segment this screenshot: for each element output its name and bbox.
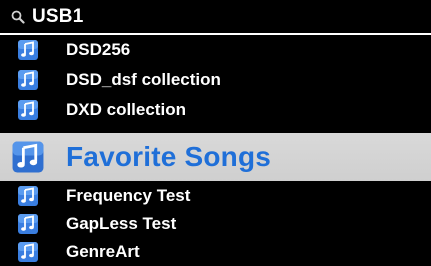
list-item-selected[interactable]: Favorite Songs — [0, 133, 431, 181]
list-item-label: GenreArt — [66, 242, 140, 261]
music-folder-icon — [17, 185, 39, 207]
list-item-label: GapLess Test — [66, 214, 177, 233]
list-item[interactable]: Frequency Test — [0, 181, 431, 211]
list-item-label: Favorite Songs — [66, 141, 272, 172]
list-item-label: DSD_dsf collection — [66, 70, 221, 89]
folder-list: DSD256 DSD_dsf collection DXD collection… — [0, 35, 431, 266]
browser-header: USB1 — [0, 0, 431, 35]
list-item[interactable]: DSD_dsf collection — [0, 65, 431, 95]
music-folder-icon — [17, 39, 39, 61]
list-item[interactable]: DSD256 — [0, 35, 431, 65]
list-item[interactable]: GenreArt — [0, 237, 431, 266]
music-folder-icon — [17, 241, 39, 263]
music-folder-icon — [17, 213, 39, 235]
source-title: USB1 — [32, 5, 84, 27]
music-folder-icon — [17, 69, 39, 91]
music-folder-icon — [17, 99, 39, 121]
music-folder-icon — [11, 140, 45, 174]
list-item[interactable]: DXD collection — [0, 95, 431, 125]
list-item-label: Frequency Test — [66, 186, 191, 205]
list-item-label: DSD256 — [66, 40, 131, 59]
search-icon[interactable] — [7, 6, 29, 28]
list-item-label: DXD collection — [66, 100, 186, 119]
browser-screen: USB1 DSD256 DSD_dsf collection DXD colle… — [0, 0, 431, 266]
list-item[interactable]: GapLess Test — [0, 209, 431, 239]
